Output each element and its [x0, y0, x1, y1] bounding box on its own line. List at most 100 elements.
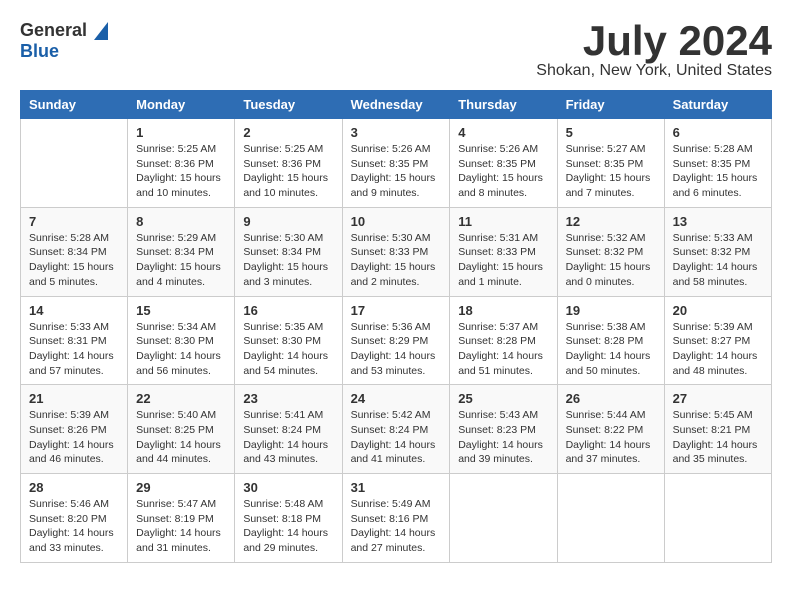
- calendar-cell: 13Sunrise: 5:33 AM Sunset: 8:32 PM Dayli…: [664, 207, 771, 296]
- day-info: Sunrise: 5:39 AM Sunset: 8:27 PM Dayligh…: [673, 320, 763, 379]
- day-info: Sunrise: 5:32 AM Sunset: 8:32 PM Dayligh…: [566, 231, 656, 290]
- day-number: 30: [243, 480, 333, 495]
- day-info: Sunrise: 5:41 AM Sunset: 8:24 PM Dayligh…: [243, 408, 333, 467]
- calendar-cell: 8 Sunrise: 5:29 AM Sunset: 8:34 PM Daylig…: [128, 207, 235, 296]
- day-number: 1: [136, 125, 226, 140]
- day-info: Sunrise: 5:48 AM Sunset: 8:18 PM Dayligh…: [243, 497, 333, 556]
- day-number: 14: [29, 303, 119, 318]
- calendar-cell: 21Sunrise: 5:39 AM Sunset: 8:26 PM Dayli…: [21, 385, 128, 474]
- calendar-cell: 15 Sunrise: 5:34 AM Sunset: 8:30 PM Dayli…: [128, 296, 235, 385]
- calendar-cell: 19 Sunrise: 5:38 AM Sunset: 8:28 PM Dayli…: [557, 296, 664, 385]
- day-number: 29: [136, 480, 226, 495]
- day-info: Sunrise: 5:46 AM Sunset: 8:20 PM Dayligh…: [29, 497, 119, 556]
- weekday-header-thursday: Thursday: [450, 91, 557, 119]
- day-info: Sunrise: 5:42 AM Sunset: 8:24 PM Dayligh…: [351, 408, 442, 467]
- calendar-week-row: 1 Sunrise: 5:25 AM Sunset: 8:36 PM Daylig…: [21, 119, 772, 208]
- day-number: 4: [458, 125, 548, 140]
- calendar-cell: 5 Sunrise: 5:27 AM Sunset: 8:35 PM Daylig…: [557, 119, 664, 208]
- day-info: Sunrise: 5:31 AM Sunset: 8:33 PM Dayligh…: [458, 231, 548, 290]
- calendar-cell: 31 Sunrise: 5:49 AM Sunset: 8:16 PM Dayli…: [342, 474, 450, 563]
- day-number: 31: [351, 480, 442, 495]
- location: Shokan, New York, United States: [536, 62, 772, 80]
- day-info: Sunrise: 5:25 AM Sunset: 8:36 PM Dayligh…: [243, 142, 333, 201]
- calendar-cell: [664, 474, 771, 563]
- day-info: Sunrise: 5:25 AM Sunset: 8:36 PM Dayligh…: [136, 142, 226, 201]
- day-info: Sunrise: 5:39 AM Sunset: 8:26 PM Dayligh…: [29, 408, 119, 467]
- calendar-cell: 22 Sunrise: 5:40 AM Sunset: 8:25 PM Dayli…: [128, 385, 235, 474]
- calendar-cell: 6Sunrise: 5:28 AM Sunset: 8:35 PM Daylig…: [664, 119, 771, 208]
- calendar-cell: [21, 119, 128, 208]
- calendar-cell: 20 Sunrise: 5:39 AM Sunset: 8:27 PM Dayli…: [664, 296, 771, 385]
- title-section: July 2024 Shokan, New York, United State…: [536, 20, 772, 80]
- day-info: Sunrise: 5:35 AM Sunset: 8:30 PM Dayligh…: [243, 320, 333, 379]
- logo-line2: Blue: [20, 41, 108, 62]
- calendar-cell: 7 Sunrise: 5:28 AM Sunset: 8:34 PM Daylig…: [21, 207, 128, 296]
- day-info: Sunrise: 5:27 AM Sunset: 8:35 PM Dayligh…: [566, 142, 656, 201]
- day-number: 7: [29, 214, 119, 229]
- day-info: Sunrise: 5:49 AM Sunset: 8:16 PM Dayligh…: [351, 497, 442, 556]
- calendar-cell: 16Sunrise: 5:35 AM Sunset: 8:30 PM Dayli…: [235, 296, 342, 385]
- day-number: 11: [458, 214, 548, 229]
- day-number: 3: [351, 125, 442, 140]
- day-info: Sunrise: 5:45 AM Sunset: 8:21 PM Dayligh…: [673, 408, 763, 467]
- day-number: 28: [29, 480, 119, 495]
- weekday-header-sunday: Sunday: [21, 91, 128, 119]
- calendar-cell: 14 Sunrise: 5:33 AM Sunset: 8:31 PM Dayli…: [21, 296, 128, 385]
- day-number: 15: [136, 303, 226, 318]
- weekday-header-friday: Friday: [557, 91, 664, 119]
- day-info: Sunrise: 5:28 AM Sunset: 8:35 PM Dayligh…: [673, 142, 763, 201]
- day-number: 22: [136, 391, 226, 406]
- calendar-cell: 28 Sunrise: 5:46 AM Sunset: 8:20 PM Dayli…: [21, 474, 128, 563]
- calendar-cell: 25Sunrise: 5:43 AM Sunset: 8:23 PM Dayli…: [450, 385, 557, 474]
- day-info: Sunrise: 5:33 AM Sunset: 8:31 PM Dayligh…: [29, 320, 119, 379]
- calendar-cell: [557, 474, 664, 563]
- page-header: General Blue July 2024 Shokan, New York,…: [20, 20, 772, 80]
- day-info: Sunrise: 5:33 AM Sunset: 8:32 PM Dayligh…: [673, 231, 763, 290]
- day-info: Sunrise: 5:37 AM Sunset: 8:28 PM Dayligh…: [458, 320, 548, 379]
- day-number: 17: [351, 303, 442, 318]
- day-number: 19: [566, 303, 656, 318]
- day-number: 8: [136, 214, 226, 229]
- day-number: 9: [243, 214, 333, 229]
- calendar-cell: 12 Sunrise: 5:32 AM Sunset: 8:32 PM Dayli…: [557, 207, 664, 296]
- logo-triangle-icon: [94, 22, 108, 40]
- calendar-cell: 18 Sunrise: 5:37 AM Sunset: 8:28 PM Dayli…: [450, 296, 557, 385]
- calendar-cell: 4 Sunrise: 5:26 AM Sunset: 8:35 PM Daylig…: [450, 119, 557, 208]
- day-number: 26: [566, 391, 656, 406]
- calendar-cell: 26Sunrise: 5:44 AM Sunset: 8:22 PM Dayli…: [557, 385, 664, 474]
- day-info: Sunrise: 5:43 AM Sunset: 8:23 PM Dayligh…: [458, 408, 548, 467]
- calendar-table: SundayMondayTuesdayWednesdayThursdayFrid…: [20, 90, 772, 563]
- calendar-week-row: 7 Sunrise: 5:28 AM Sunset: 8:34 PM Daylig…: [21, 207, 772, 296]
- calendar-cell: 17Sunrise: 5:36 AM Sunset: 8:29 PM Dayli…: [342, 296, 450, 385]
- calendar-cell: 3Sunrise: 5:26 AM Sunset: 8:35 PM Daylig…: [342, 119, 450, 208]
- day-number: 2: [243, 125, 333, 140]
- logo-line1: General: [20, 20, 108, 41]
- day-number: 5: [566, 125, 656, 140]
- calendar-week-row: 14 Sunrise: 5:33 AM Sunset: 8:31 PM Dayli…: [21, 296, 772, 385]
- weekday-header-saturday: Saturday: [664, 91, 771, 119]
- calendar-cell: 23Sunrise: 5:41 AM Sunset: 8:24 PM Dayli…: [235, 385, 342, 474]
- day-number: 24: [351, 391, 442, 406]
- weekday-header-wednesday: Wednesday: [342, 91, 450, 119]
- day-info: Sunrise: 5:29 AM Sunset: 8:34 PM Dayligh…: [136, 231, 226, 290]
- day-number: 10: [351, 214, 442, 229]
- day-info: Sunrise: 5:34 AM Sunset: 8:30 PM Dayligh…: [136, 320, 226, 379]
- day-number: 27: [673, 391, 763, 406]
- weekday-header-tuesday: Tuesday: [235, 91, 342, 119]
- calendar-cell: 30 Sunrise: 5:48 AM Sunset: 8:18 PM Dayli…: [235, 474, 342, 563]
- day-info: Sunrise: 5:47 AM Sunset: 8:19 PM Dayligh…: [136, 497, 226, 556]
- day-info: Sunrise: 5:40 AM Sunset: 8:25 PM Dayligh…: [136, 408, 226, 467]
- day-number: 20: [673, 303, 763, 318]
- day-info: Sunrise: 5:28 AM Sunset: 8:34 PM Dayligh…: [29, 231, 119, 290]
- calendar-cell: 11 Sunrise: 5:31 AM Sunset: 8:33 PM Dayli…: [450, 207, 557, 296]
- calendar-cell: 24 Sunrise: 5:42 AM Sunset: 8:24 PM Dayli…: [342, 385, 450, 474]
- calendar-cell: 1 Sunrise: 5:25 AM Sunset: 8:36 PM Daylig…: [128, 119, 235, 208]
- day-info: Sunrise: 5:38 AM Sunset: 8:28 PM Dayligh…: [566, 320, 656, 379]
- day-number: 12: [566, 214, 656, 229]
- calendar-cell: 2 Sunrise: 5:25 AM Sunset: 8:36 PM Daylig…: [235, 119, 342, 208]
- day-number: 18: [458, 303, 548, 318]
- day-info: Sunrise: 5:30 AM Sunset: 8:34 PM Dayligh…: [243, 231, 333, 290]
- calendar-cell: [450, 474, 557, 563]
- day-info: Sunrise: 5:26 AM Sunset: 8:35 PM Dayligh…: [458, 142, 548, 201]
- calendar-cell: 9 Sunrise: 5:30 AM Sunset: 8:34 PM Daylig…: [235, 207, 342, 296]
